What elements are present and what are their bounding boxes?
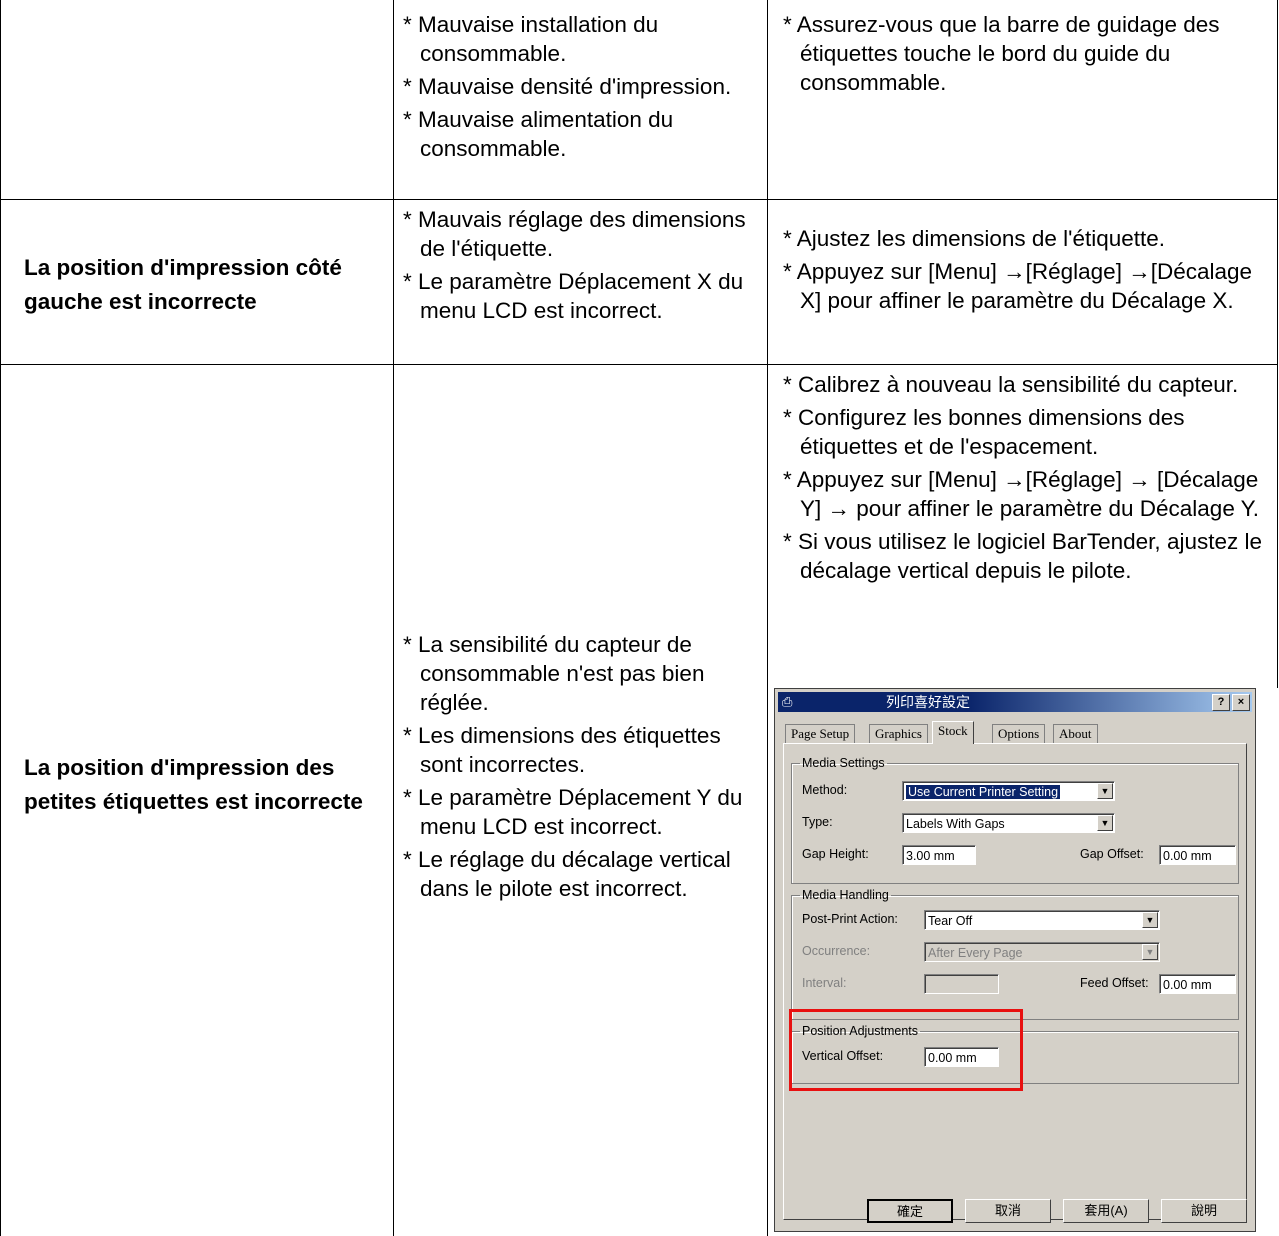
printer-icon: ⎙ <box>782 694 793 709</box>
occurrence-label: Occurrence: <box>802 944 871 958</box>
solution-item: * Appuyez sur [Menu] →[Réglage] →[Décala… <box>783 259 1253 313</box>
method-label: Method: <box>802 783 848 797</box>
table-row-divider-1 <box>0 199 1278 200</box>
post-print-action-select[interactable]: Tear Off ▼ <box>924 910 1160 930</box>
table-left-border <box>0 0 1 1236</box>
type-select[interactable]: Labels With Gaps ▼ <box>902 813 1115 833</box>
method-value: Use Current Printer Setting <box>906 785 1061 799</box>
dialog-title: 列印喜好設定 <box>886 694 970 710</box>
interval-label: Interval: <box>802 976 847 990</box>
table-row-divider-2 <box>0 364 1278 365</box>
highlight-box <box>789 1009 1023 1091</box>
chevron-down-icon: ▼ <box>1097 815 1113 831</box>
dialog-titlebar: ⎙ 列印喜好設定 ? × <box>778 692 1252 712</box>
row1-solutions: * Assurez-vous que la barre de guidage d… <box>783 10 1263 97</box>
solution-item: * Configurez les bonnes dimensions des é… <box>783 405 1185 459</box>
row3-solutions: * Calibrez à nouveau la sensibilité du c… <box>783 370 1263 585</box>
tab-page-setup[interactable]: Page Setup <box>785 724 856 743</box>
ok-button[interactable]: 確定 <box>867 1199 953 1223</box>
row3-causes: * La sensibilité du capteur de consommab… <box>403 630 753 903</box>
apply-button[interactable]: 套用(A) <box>1063 1199 1149 1223</box>
type-value: Labels With Gaps <box>906 817 1005 831</box>
tab-options[interactable]: Options <box>992 724 1046 743</box>
table-col-divider-2 <box>767 0 768 1236</box>
post-print-action-value: Tear Off <box>928 914 973 928</box>
gap-offset-input[interactable]: 0.00 mm <box>1159 845 1236 865</box>
gap-height-input[interactable]: 3.00 mm <box>902 845 976 865</box>
media-handling-legend: Media Handling <box>802 888 889 902</box>
close-button[interactable]: × <box>1232 694 1250 711</box>
row2-causes: * Mauvais réglage des dimensions de l'ét… <box>403 205 753 325</box>
stock-tab-page: Media Settings Method: Use Current Print… <box>783 743 1247 1220</box>
chevron-down-icon: ▼ <box>1142 912 1158 928</box>
chevron-down-icon: ▼ <box>1142 944 1158 960</box>
solution-item: * Assurez-vous que la barre de guidage d… <box>783 12 1220 95</box>
help-title-button[interactable]: ? <box>1212 694 1230 711</box>
cause-item: * Le réglage du décalage vertical dans l… <box>403 847 731 901</box>
solution-item: * Appuyez sur [Menu] →[Réglage] → [Décal… <box>783 467 1260 521</box>
cause-item: * Mauvaise installation du consommable. <box>403 12 659 66</box>
printing-preferences-dialog: ⎙ 列印喜好設定 ? × Page Setup Graphics Stock O… <box>774 688 1256 1232</box>
occurrence-value: After Every Page <box>928 946 1023 960</box>
solution-item: * Si vous utilisez le logiciel BarTender… <box>783 529 1262 583</box>
cause-item: * Le paramètre Déplacement X du menu LCD… <box>403 269 744 323</box>
method-select[interactable]: Use Current Printer Setting ▼ <box>902 781 1115 801</box>
row1-causes: * Mauvaise installation du consommable. … <box>403 10 753 163</box>
solution-item: * Calibrez à nouveau la sensibilité du c… <box>783 372 1239 397</box>
tab-about[interactable]: About <box>1053 724 1098 743</box>
row3-problem: La position d'impression des petites éti… <box>24 755 363 814</box>
cause-item: * Mauvaise densité d'impression. <box>403 74 732 99</box>
cancel-button[interactable]: 取消 <box>965 1199 1051 1223</box>
post-print-action-label: Post-Print Action: <box>802 912 898 926</box>
tab-graphics[interactable]: Graphics <box>869 724 928 743</box>
table-right-border <box>1277 0 1278 688</box>
row2-problem: La position d'impression côté gauche est… <box>24 255 342 314</box>
gap-offset-label: Gap Offset: <box>1080 847 1144 861</box>
solution-item: * Ajustez les dimensions de l'étiquette. <box>783 226 1166 251</box>
row2-solutions: * Ajustez les dimensions de l'étiquette.… <box>783 224 1263 315</box>
cause-item: * Mauvaise alimentation du consommable. <box>403 107 674 161</box>
occurrence-select[interactable]: After Every Page ▼ <box>924 942 1160 962</box>
gap-height-label: Gap Height: <box>802 847 869 861</box>
interval-input[interactable] <box>924 974 999 994</box>
media-settings-legend: Media Settings <box>802 756 885 770</box>
cause-item: * Le paramètre Déplacement Y du menu LCD… <box>403 785 743 839</box>
tab-stock[interactable]: Stock <box>932 721 974 744</box>
help-button[interactable]: 說明 <box>1161 1199 1247 1223</box>
cause-item: * Les dimensions des étiquettes sont inc… <box>403 723 721 777</box>
feed-offset-input[interactable]: 0.00 mm <box>1159 974 1236 994</box>
table-col-divider-1 <box>393 0 394 1236</box>
feed-offset-label: Feed Offset: <box>1080 976 1149 990</box>
cause-item: * Mauvais réglage des dimensions de l'ét… <box>403 207 746 261</box>
cause-item: * La sensibilité du capteur de consommab… <box>403 632 705 715</box>
type-label: Type: <box>802 815 833 829</box>
chevron-down-icon: ▼ <box>1097 783 1113 799</box>
